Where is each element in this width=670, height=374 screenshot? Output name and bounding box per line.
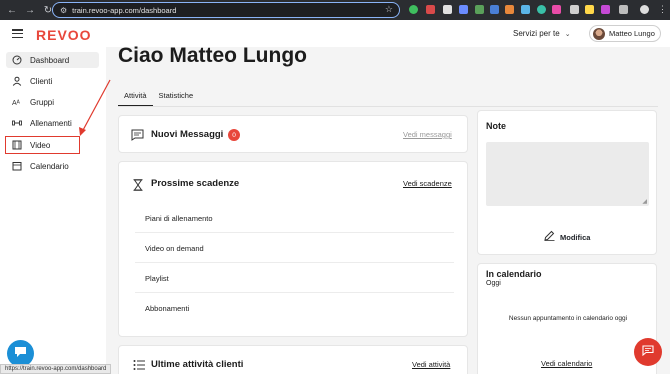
activity-title: Ultime attività clienti <box>151 359 244 370</box>
tab-attivita[interactable]: Attività <box>118 88 153 106</box>
edit-notes-button[interactable]: Modifica <box>544 228 590 246</box>
messages-title: Nuovi Messaggi <box>151 129 224 140</box>
message-icon <box>131 128 144 146</box>
notes-textarea[interactable]: ◢ <box>486 142 649 206</box>
divider <box>135 292 454 293</box>
help-chat-button[interactable] <box>7 340 34 367</box>
divider <box>135 232 454 233</box>
message-icon <box>642 343 654 361</box>
deadline-row[interactable]: Playlist <box>145 274 464 283</box>
pencil-icon <box>544 228 555 246</box>
notes-title: Note <box>486 121 506 131</box>
view-deadlines-link[interactable]: Vedi scadenze <box>403 179 452 188</box>
messages-count-badge: 0 <box>228 129 240 141</box>
notes-card: Note ◢ Modifica <box>477 110 657 255</box>
deadline-row[interactable]: Piani di allenamento <box>145 214 464 223</box>
resize-handle-icon[interactable]: ◢ <box>642 198 647 205</box>
tab-statistiche[interactable]: Statistiche <box>153 88 200 106</box>
tab-divider <box>118 106 658 107</box>
messages-card: Nuovi Messaggi 0 Vedi messaggi <box>118 115 468 153</box>
calendar-subtitle: Oggi <box>486 280 501 287</box>
chat-bubble-icon <box>14 345 27 363</box>
deadlines-title: Prossime scadenze <box>151 178 240 189</box>
activity-card: Ultime attività clienti Vedi attività <box>118 345 468 374</box>
tab-bar: Attività Statistiche <box>118 88 199 106</box>
page-title: Ciao Matteo Lungo <box>118 44 307 67</box>
deadline-row[interactable]: Abbonamenti <box>145 304 464 313</box>
list-icon <box>133 358 145 374</box>
calendar-card: In calendario Oggi Nessun appuntamento i… <box>477 263 657 374</box>
messages-fab-button[interactable] <box>634 338 662 366</box>
calendar-title: In calendario <box>486 269 542 279</box>
status-bar-url: https://train.revoo-app.com/dashboard <box>0 364 112 374</box>
divider <box>135 262 454 263</box>
edit-label: Modifica <box>560 232 591 242</box>
deadline-row[interactable]: Video on demand <box>145 244 464 253</box>
hourglass-icon <box>133 178 143 196</box>
deadlines-card: Prossime scadenze Vedi scadenze Piani di… <box>118 161 468 337</box>
calendar-empty-text: Nessun appuntamento in calendario oggi <box>508 315 628 322</box>
view-calendar-link[interactable]: Vedi calendario <box>541 359 592 368</box>
view-activity-link[interactable]: Vedi attività <box>412 360 450 369</box>
view-messages-link[interactable]: Vedi messaggi <box>403 130 452 139</box>
